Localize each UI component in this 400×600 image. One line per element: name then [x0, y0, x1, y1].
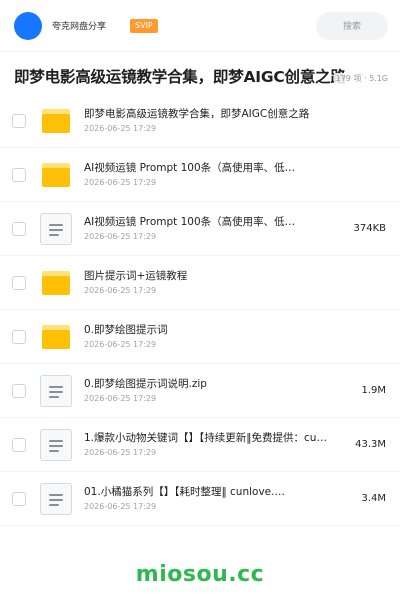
file-date: 2026-06-25 17:29	[84, 340, 157, 349]
file-info: 01.小橘猫系列【】【耗时整理‖ cunlove.… 2026-06-25 17:…	[84, 485, 353, 512]
file-type-icon-wrap	[40, 267, 72, 299]
folder-icon	[42, 162, 70, 187]
file-size: 1.9M	[361, 385, 386, 396]
file-row[interactable]: 0.即梦绘图提示词说明.zip 2026-06-25 17:29 1.9M	[0, 364, 400, 418]
document-icon	[40, 428, 72, 461]
file-type-icon-wrap	[40, 105, 72, 137]
file-info: AI视频运镜 Prompt 100条（高使用率、低… 2026-06-25 17:…	[84, 215, 345, 242]
share-title-row: 即梦电影高级运镜教学合集，即梦AIGC创意之路 179 项 · 5.1G	[0, 52, 400, 100]
row-checkbox[interactable]	[12, 491, 26, 506]
file-row[interactable]: 图片提示词+运镜教程 2026-06-25 17:29	[0, 256, 400, 310]
file-row[interactable]: 1.爆款小动物关键词【】【持续更新‖免费提供：cu… 2026-06-25 17:…	[0, 418, 400, 472]
file-date: 2026-06-25 17:29	[84, 286, 157, 295]
watermark: miosou.cc	[135, 562, 265, 587]
file-name[interactable]: AI视频运镜 Prompt 100条（高使用率、低…	[84, 161, 386, 175]
search-placeholder: 搜索	[342, 22, 361, 32]
file-size: 43.3M	[355, 439, 386, 450]
file-name[interactable]: AI视频运镜 Prompt 100条（高使用率、低…	[84, 215, 345, 229]
file-date: 2026-06-25 17:29	[84, 448, 157, 457]
page-title: 即梦电影高级运镜教学合集，即梦AIGC创意之路	[14, 68, 346, 86]
row-checkbox[interactable]	[12, 437, 26, 452]
row-checkbox[interactable]	[12, 383, 26, 398]
file-row[interactable]: AI视频运镜 Prompt 100条（高使用率、低… 2026-06-25 17:…	[0, 202, 400, 256]
file-row[interactable]: 0.即梦绘图提示词 2026-06-25 17:29	[0, 310, 400, 364]
file-type-icon-wrap	[40, 159, 72, 191]
folder-icon	[42, 270, 70, 295]
file-name[interactable]: 01.小橘猫系列【】【耗时整理‖ cunlove.…	[84, 485, 353, 499]
file-type-icon-wrap	[40, 482, 72, 515]
row-checkbox[interactable]	[12, 113, 26, 128]
file-row[interactable]: 即梦电影高级运镜教学合集，即梦AIGC创意之路 2026-06-25 17:29	[0, 94, 400, 148]
file-name[interactable]: 图片提示词+运镜教程	[84, 269, 386, 283]
svip-badge: SVIP	[130, 18, 158, 33]
search-input[interactable]: 搜索	[316, 11, 388, 40]
app-header: 夸克网盘分享 SVIP 搜索	[0, 0, 400, 52]
file-type-icon-wrap	[40, 321, 72, 353]
share-meta: 179 项 · 5.1G	[333, 73, 388, 84]
file-type-icon-wrap	[40, 374, 72, 407]
document-icon	[40, 374, 72, 407]
file-date: 2026-06-25 17:29	[84, 124, 157, 133]
folder-icon	[42, 108, 70, 133]
file-list: 即梦电影高级运镜教学合集，即梦AIGC创意之路 2026-06-25 17:29 A…	[0, 94, 400, 526]
file-info: 0.即梦绘图提示词 2026-06-25 17:29	[84, 323, 386, 350]
brand-name: 夸克网盘分享	[52, 22, 107, 32]
file-info: 1.爆款小动物关键词【】【持续更新‖免费提供：cu… 2026-06-25 17:…	[84, 431, 347, 458]
row-checkbox[interactable]	[12, 329, 26, 344]
row-checkbox[interactable]	[12, 167, 26, 182]
file-name[interactable]: 0.即梦绘图提示词说明.zip	[84, 377, 353, 391]
file-date: 2026-06-25 17:29	[84, 232, 157, 241]
file-size: 3.4M	[361, 493, 386, 504]
file-info: 图片提示词+运镜教程 2026-06-25 17:29	[84, 269, 386, 296]
file-type-icon-wrap	[40, 428, 72, 461]
file-type-icon-wrap	[40, 212, 72, 245]
file-name[interactable]: 1.爆款小动物关键词【】【持续更新‖免费提供：cu…	[84, 431, 347, 445]
document-icon	[40, 212, 72, 245]
file-name[interactable]: 即梦电影高级运镜教学合集，即梦AIGC创意之路	[84, 107, 386, 121]
file-info: AI视频运镜 Prompt 100条（高使用率、低… 2026-06-25 17:…	[84, 161, 386, 188]
file-name[interactable]: 0.即梦绘图提示词	[84, 323, 386, 337]
row-checkbox[interactable]	[12, 275, 26, 290]
document-icon	[40, 482, 72, 515]
file-row[interactable]: 01.小橘猫系列【】【耗时整理‖ cunlove.… 2026-06-25 17:…	[0, 472, 400, 526]
file-info: 即梦电影高级运镜教学合集，即梦AIGC创意之路 2026-06-25 17:29	[84, 107, 386, 134]
file-date: 2026-06-25 17:29	[84, 502, 157, 511]
file-row[interactable]: AI视频运镜 Prompt 100条（高使用率、低… 2026-06-25 17:…	[0, 148, 400, 202]
file-size: 374KB	[353, 223, 386, 234]
folder-icon	[42, 324, 70, 349]
file-info: 0.即梦绘图提示词说明.zip 2026-06-25 17:29	[84, 377, 353, 404]
row-checkbox[interactable]	[12, 221, 26, 236]
file-date: 2026-06-25 17:29	[84, 178, 157, 187]
avatar[interactable]	[14, 11, 42, 40]
file-date: 2026-06-25 17:29	[84, 394, 157, 403]
